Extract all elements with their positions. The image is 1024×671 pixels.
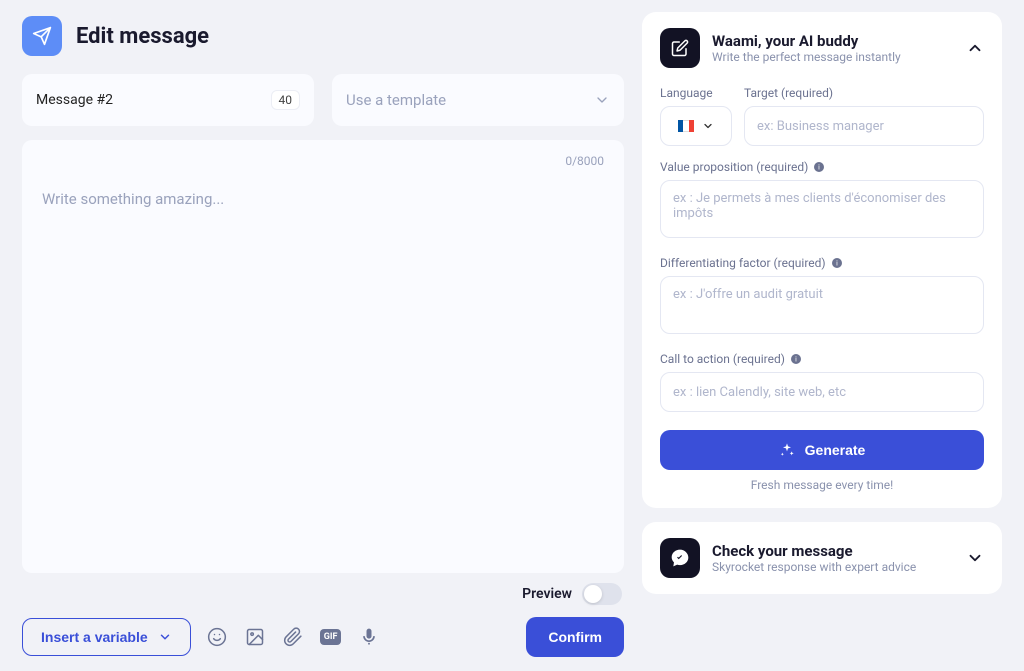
microphone-icon[interactable] [357,625,381,649]
diff-factor-input[interactable] [660,276,984,334]
template-select[interactable]: Use a template [332,74,624,126]
svg-text:i: i [836,260,838,268]
value-prop-label: Value proposition (required) i [660,160,984,174]
svg-text:i: i [795,356,797,364]
check-panel-header[interactable]: Check your message Skyrocket response wi… [660,538,984,578]
svg-text:i: i [818,164,820,172]
gif-icon[interactable]: GIF [319,625,343,649]
side-column: Waami, your AI buddy Write the perfect m… [642,12,1002,671]
flag-fr-icon [678,120,694,132]
preview-label: Preview [522,586,572,602]
fresh-note: Fresh message every time! [660,478,984,492]
template-placeholder: Use a template [346,91,446,109]
toolbar-icons: GIF [205,625,381,649]
page-title: Edit message [76,24,209,49]
language-select[interactable] [660,106,732,146]
sparkle-icon [779,442,795,458]
message-name-char-badge: 40 [271,90,301,110]
confirm-button[interactable]: Confirm [526,617,624,657]
ai-panel: Waami, your AI buddy Write the perfect m… [642,12,1002,508]
diff-factor-label: Differentiating factor (required) i [660,256,984,270]
insert-variable-button[interactable]: Insert a variable [22,618,191,656]
preview-row: Preview [22,573,624,611]
check-message-icon [660,538,700,578]
top-boxes: Message #2 40 Use a template [22,74,624,126]
preview-toggle[interactable] [582,583,622,605]
ai-panel-title: Waami, your AI buddy [712,32,954,50]
insert-variable-label: Insert a variable [41,629,148,645]
chevron-down-icon [702,120,714,132]
value-prop-input[interactable] [660,180,984,238]
info-icon: i [790,353,802,365]
check-panel-subtitle: Skyrocket response with expert advice [712,560,954,574]
ai-panel-header[interactable]: Waami, your AI buddy Write the perfect m… [660,28,984,68]
ai-panel-subtitle: Write the perfect message instantly [712,50,954,64]
main-column: Edit message Message #2 40 Use a templat… [22,12,624,671]
generate-label: Generate [805,442,866,458]
target-label: Target (required) [744,86,984,100]
generate-button[interactable]: Generate [660,430,984,470]
message-textarea[interactable] [42,160,604,553]
info-icon: i [831,257,843,269]
cta-input[interactable] [660,372,984,412]
edit-icon [660,28,700,68]
image-icon[interactable] [243,625,267,649]
chevron-down-icon [966,549,984,567]
page-header: Edit message [22,12,624,56]
editor-card: 0/8000 [22,140,624,573]
message-name-box[interactable]: Message #2 40 [22,74,314,126]
attachment-icon[interactable] [281,625,305,649]
send-icon [22,16,62,56]
chevron-up-icon [966,39,984,57]
check-panel: Check your message Skyrocket response wi… [642,522,1002,594]
language-label: Language [660,86,732,100]
emoji-icon[interactable] [205,625,229,649]
char-counter: 0/8000 [565,154,604,168]
target-input[interactable] [744,106,984,146]
chevron-down-icon [594,92,610,108]
bottom-toolbar: Insert a variable GIF [22,611,624,671]
cta-label: Call to action (required) i [660,352,984,366]
message-name-label: Message #2 [36,92,113,108]
chevron-down-icon [158,630,172,644]
info-icon: i [813,161,825,173]
check-panel-title: Check your message [712,542,954,560]
